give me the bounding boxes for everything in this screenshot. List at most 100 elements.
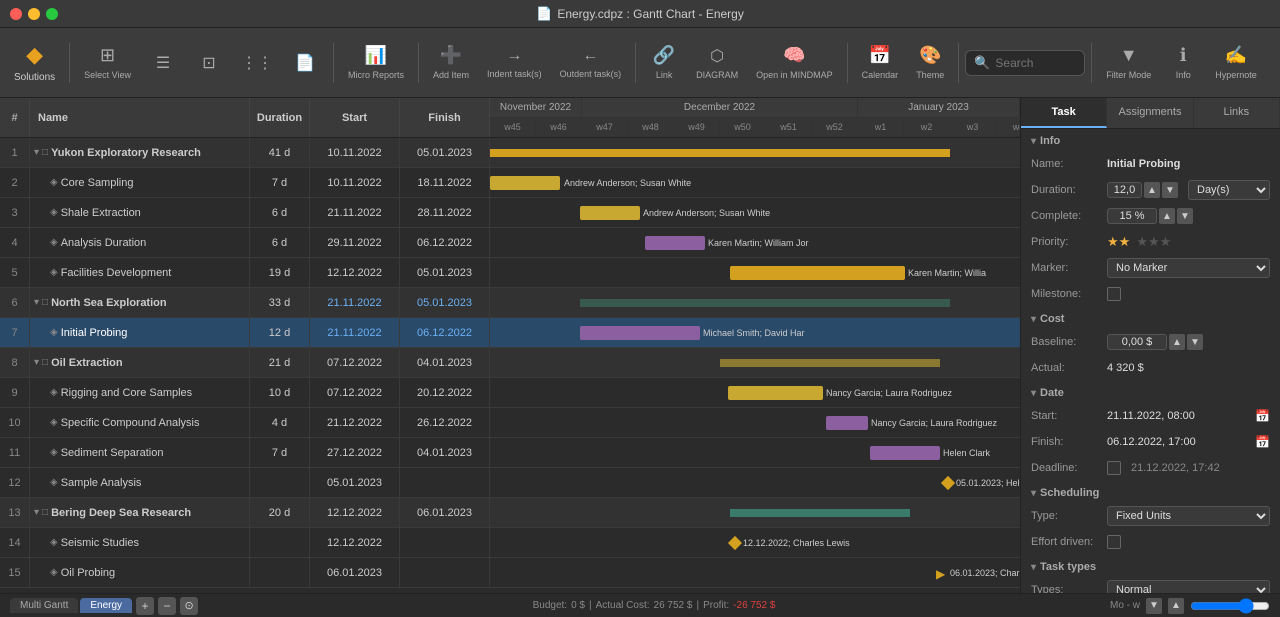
milestone-checkbox[interactable] <box>1107 287 1121 301</box>
cell-row-name: ◈ Sediment Separation <box>30 438 250 467</box>
duration-unit-select[interactable]: Day(s) <box>1188 180 1270 200</box>
tab-multi-gantt[interactable]: Multi Gantt <box>10 598 78 613</box>
fit-button[interactable]: ⊙ <box>180 597 198 615</box>
cell-finish: 06.12.2022 <box>400 228 490 257</box>
table-row[interactable]: 8 ▾ □ Oil Extraction 21 d 07.12.2022 04.… <box>0 348 1020 378</box>
scheduling-type-select[interactable]: Fixed Units <box>1107 506 1270 526</box>
collapse-task-types-icon[interactable]: ▾ <box>1031 562 1036 573</box>
filter-button[interactable]: ▼ Filter Mode <box>1098 31 1159 95</box>
select-view-button[interactable]: ⊞ Select View <box>76 31 139 95</box>
maximize-button[interactable] <box>46 8 58 20</box>
close-button[interactable] <box>10 8 22 20</box>
cell-start: 21.11.2022 <box>310 318 400 347</box>
task-types-select[interactable]: Normal <box>1107 580 1270 593</box>
outdent-button[interactable]: ← Outdent task(s) <box>552 31 630 95</box>
add-item-button[interactable]: ➕ Add Item <box>425 31 477 95</box>
duration-input[interactable] <box>1107 182 1142 198</box>
cell-chart: ▶ 06.01.2023; Charl <box>490 558 1020 587</box>
table-row[interactable]: 13 ▾ □ Bering Deep Sea Research 20 d 12.… <box>0 498 1020 528</box>
hypernote-button[interactable]: ✍ Hypernote <box>1207 31 1265 95</box>
collapse-date-icon[interactable]: ▾ <box>1031 388 1036 399</box>
add-tab-button[interactable]: + <box>136 597 154 615</box>
table-row[interactable]: 4 ◈ Analysis Duration 6 d 29.11.2022 06.… <box>0 228 1020 258</box>
view-split-button[interactable]: ⋮⋮ <box>233 31 281 95</box>
collapse-scheduling-icon[interactable]: ▾ <box>1031 488 1036 499</box>
panel-name-value: Initial Probing <box>1107 158 1270 170</box>
cell-finish: 26.12.2022 <box>400 408 490 437</box>
panel-name-label: Name: <box>1031 158 1101 170</box>
table-row[interactable]: 7 ◈ Initial Probing 12 d 21.11.2022 06.1… <box>0 318 1020 348</box>
complete-up-btn[interactable]: ▲ <box>1159 208 1175 224</box>
zoom-down-button[interactable]: ▼ <box>1146 598 1162 614</box>
micro-reports-button[interactable]: 📊 Micro Reports <box>340 31 412 95</box>
duration-up-btn[interactable]: ▲ <box>1144 182 1160 198</box>
mindmap-button[interactable]: 🧠 Open in MINDMAP <box>748 31 841 95</box>
info-button[interactable]: ℹ Info <box>1161 31 1205 95</box>
tab-energy[interactable]: Energy <box>80 598 132 613</box>
finish-calendar-icon[interactable]: 📅 <box>1255 435 1270 449</box>
baseline-input[interactable] <box>1107 334 1167 350</box>
diagram-button[interactable]: ⬡ DIAGRAM <box>688 31 746 95</box>
week-w45: w45 <box>490 118 536 137</box>
complete-input[interactable] <box>1107 208 1157 224</box>
expand-icon[interactable]: ▾ <box>34 507 39 518</box>
bar-label: Nancy Garcia; Laura Rodriguez <box>871 418 997 428</box>
table-row[interactable]: 12 ◈ Sample Analysis 05.01.2023 05.01.20… <box>0 468 1020 498</box>
gantt-body[interactable]: 1 ▾ □ Yukon Exploratory Research 41 d 10… <box>0 138 1020 593</box>
complete-down-btn[interactable]: ▼ <box>1177 208 1193 224</box>
zoom-slider[interactable] <box>1190 598 1270 614</box>
task-name: Shale Extraction <box>61 207 141 219</box>
micro-reports-label: Micro Reports <box>348 70 404 80</box>
baseline-down-btn[interactable]: ▼ <box>1187 334 1203 350</box>
table-row[interactable]: 10 ◈ Specific Compound Analysis 4 d 21.1… <box>0 408 1020 438</box>
expand-icon2[interactable]: □ <box>42 147 48 158</box>
view-list-button[interactable]: ☰ <box>141 31 185 95</box>
table-row[interactable]: 14 ◈ Seismic Studies 12.12.2022 12.12.20… <box>0 528 1020 558</box>
indent-button[interactable]: → Indent task(s) <box>479 31 550 95</box>
zoom-up-button[interactable]: ▲ <box>1168 598 1184 614</box>
tab-links[interactable]: Links <box>1194 98 1280 128</box>
panel-deadline-label: Deadline: <box>1031 462 1101 474</box>
collapse-info-icon[interactable]: ▾ <box>1031 136 1036 147</box>
tab-assignments[interactable]: Assignments <box>1107 98 1193 128</box>
table-row[interactable]: 6 ▾ □ North Sea Exploration 33 d 21.11.2… <box>0 288 1020 318</box>
hypernote-icon: ✍ <box>1225 45 1247 66</box>
minimize-button[interactable] <box>28 8 40 20</box>
panel-effort-row: Effort driven: <box>1021 529 1280 555</box>
view-grid-button[interactable]: ⊡ <box>187 31 231 95</box>
expand-icon2[interactable]: □ <box>42 507 48 518</box>
search-box[interactable]: 🔍 <box>965 50 1085 76</box>
month-nov: November 2022 <box>490 98 582 117</box>
theme-button[interactable]: 🎨 Theme <box>908 31 952 95</box>
table-row[interactable]: 3 ◈ Shale Extraction 6 d 21.11.2022 28.1… <box>0 198 1020 228</box>
table-row[interactable]: 1 ▾ □ Yukon Exploratory Research 41 d 10… <box>0 138 1020 168</box>
table-row[interactable]: 15 ◈ Oil Probing 06.01.2023 ▶ 06.01.2023… <box>0 558 1020 588</box>
expand-icon2[interactable]: □ <box>42 297 48 308</box>
table-row[interactable]: 11 ◈ Sediment Separation 7 d 27.12.2022 … <box>0 438 1020 468</box>
table-row[interactable]: 9 ◈ Rigging and Core Samples 10 d 07.12.… <box>0 378 1020 408</box>
solutions-button[interactable]: ◆ Solutions <box>6 31 63 95</box>
table-row[interactable]: 2 ◈ Core Sampling 7 d 10.11.2022 18.11.2… <box>0 168 1020 198</box>
cell-row-name: ▾ □ Bering Deep Sea Research <box>30 498 250 527</box>
collapse-cost-icon[interactable]: ▾ <box>1031 314 1036 325</box>
effort-checkbox[interactable] <box>1107 535 1121 549</box>
deadline-checkbox[interactable] <box>1107 461 1121 475</box>
link-button[interactable]: 🔗 Link <box>642 31 686 95</box>
tab-task[interactable]: Task <box>1021 98 1107 128</box>
cell-start: 21.11.2022 <box>310 198 400 227</box>
start-calendar-icon[interactable]: 📅 <box>1255 409 1270 423</box>
table-row[interactable]: 5 ◈ Facilities Development 19 d 12.12.20… <box>0 258 1020 288</box>
duration-down-btn[interactable]: ▼ <box>1162 182 1178 198</box>
expand-icon[interactable]: ▾ <box>34 147 39 158</box>
calendar-button[interactable]: 📅 Calendar <box>854 31 907 95</box>
expand-icon[interactable]: ▾ <box>34 357 39 368</box>
doc-button[interactable]: 📄 <box>283 31 327 95</box>
expand-icon[interactable]: ▾ <box>34 297 39 308</box>
remove-tab-button[interactable]: − <box>158 597 176 615</box>
marker-select[interactable]: No Marker <box>1107 258 1270 278</box>
panel-actual-label: Actual: <box>1031 362 1101 374</box>
cell-row-name: ▾ □ Oil Extraction <box>30 348 250 377</box>
expand-icon2[interactable]: □ <box>42 357 48 368</box>
baseline-up-btn[interactable]: ▲ <box>1169 334 1185 350</box>
search-input[interactable] <box>995 56 1075 70</box>
